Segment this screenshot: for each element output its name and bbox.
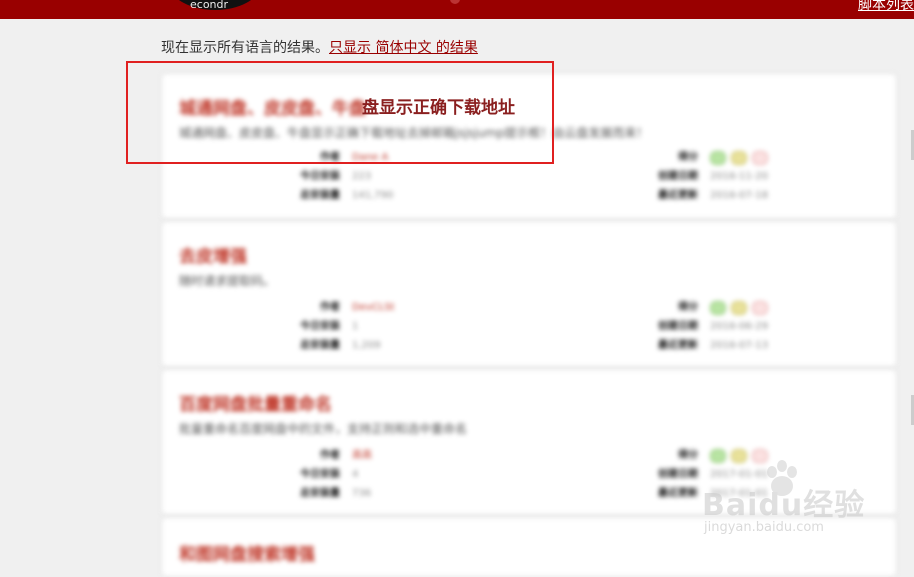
updated-label: 最近更新 — [658, 340, 698, 351]
today-installs-value: 4 — [352, 469, 359, 480]
rating-label: 得分 — [678, 152, 698, 163]
result-card[interactable]: 去皮增强 随时请求提取码。 作者 DevCLSt 今日安装 1 总安装量 1,209 … — [161, 221, 897, 367]
result-meta-right: 得分 创建日期 2016-11-20 最近更新 2016-07-18 — [640, 148, 768, 205]
author-label: 作者 — [320, 450, 340, 461]
total-installs-label: 总安装量 — [300, 190, 340, 201]
rating-label: 得分 — [678, 302, 698, 313]
total-installs-value: 141,790 — [352, 190, 394, 201]
today-installs-value: 223 — [352, 171, 372, 182]
logo-text: econdr — [190, 0, 229, 11]
created-value: 2016-06-29 — [710, 321, 769, 332]
updated-label: 最近更新 — [658, 190, 698, 201]
result-description: 批量重命名百度网盘中的文件，支持正则和选中重命名 — [179, 422, 468, 436]
top-navigation-bar: econdr 脚本列表 — [0, 0, 914, 19]
created-value: 2016-11-20 — [710, 171, 769, 182]
author-link[interactable]: 高高 — [352, 446, 372, 465]
created-label: 创建日期 — [658, 171, 698, 182]
rating-bad-icon — [752, 300, 768, 315]
total-installs-value: 736 — [352, 488, 372, 499]
annotation-highlight-box — [126, 61, 554, 164]
rating-good-icon — [710, 150, 726, 165]
language-filter-note: 现在显示所有语言的结果。只显示 简体中文 的结果 — [161, 37, 478, 57]
baidu-jingyan-watermark: Baidu经验 jingyan.baidu.com — [700, 460, 900, 550]
updated-value: 2016-07-13 — [710, 340, 769, 351]
rating-ok-icon — [731, 300, 747, 315]
total-installs-label: 总安装量 — [300, 488, 340, 499]
author-link[interactable]: DevCLSt — [352, 298, 395, 317]
rating-good-icon — [710, 300, 726, 315]
language-note-text: 现在显示所有语言的结果。 — [161, 40, 329, 56]
total-installs-value: 1,209 — [352, 340, 381, 351]
author-label: 作者 — [320, 302, 340, 313]
rating-label: 得分 — [678, 450, 698, 461]
total-installs-label: 总安装量 — [300, 340, 340, 351]
today-installs-label: 今日安装 — [300, 321, 340, 332]
today-installs-label: 今日安装 — [300, 171, 340, 182]
result-meta-left: 作者 DevCLSt 今日安装 1 总安装量 1,209 — [282, 298, 395, 355]
result-description: 随时请求提取码。 — [179, 274, 276, 288]
result-title[interactable]: 去皮增强 — [179, 242, 247, 267]
today-installs-value: 1 — [352, 321, 359, 332]
result-meta-left: 作者 高高 今日安装 4 总安装量 736 — [282, 446, 372, 503]
result-title[interactable]: 百度网盘批量重命名 — [179, 390, 332, 415]
watermark-sub-text: jingyan.baidu.com — [704, 520, 824, 535]
today-installs-label: 今日安装 — [300, 469, 340, 480]
created-label: 创建日期 — [658, 469, 698, 480]
nav-dot-icon — [450, 0, 460, 4]
result-title[interactable]: 和图网盘搜索增强 — [179, 540, 315, 565]
rating-pills — [710, 298, 768, 317]
only-chinese-link[interactable]: 只显示 简体中文 的结果 — [329, 40, 478, 56]
rating-bad-icon — [752, 150, 768, 165]
created-label: 创建日期 — [658, 321, 698, 332]
rating-pills — [710, 148, 768, 167]
result-meta-right: 得分 创建日期 2016-06-29 最近更新 2016-07-13 — [640, 298, 768, 355]
updated-label: 最近更新 — [658, 488, 698, 499]
rating-ok-icon — [731, 150, 747, 165]
script-list-link[interactable]: 脚本列表 — [858, 0, 914, 12]
watermark-main-text: Baidu经验 — [702, 488, 866, 523]
updated-value: 2016-07-18 — [710, 190, 769, 201]
